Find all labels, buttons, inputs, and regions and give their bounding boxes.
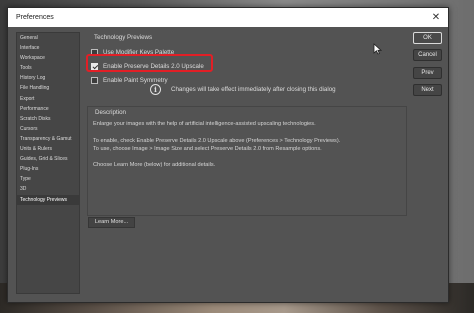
sidebar-item-guides-grid-slices[interactable]: Guides, Grid & Slices	[17, 154, 79, 164]
info-text: Changes will take effect immediately aft…	[171, 86, 336, 93]
checkbox-paint-symmetry[interactable]	[91, 76, 98, 84]
preferences-sidebar: General Interface Workspace Tools Histor…	[16, 32, 80, 294]
info-circle-icon: i	[150, 84, 161, 95]
option-label: Enable Paint Symmetry	[103, 76, 168, 84]
sidebar-item-3d[interactable]: 3D	[17, 184, 79, 194]
cancel-button[interactable]: Cancel	[413, 49, 442, 61]
sidebar-item-general[interactable]: General	[17, 33, 79, 43]
next-button[interactable]: Next	[413, 84, 442, 96]
ok-button[interactable]: OK	[413, 32, 442, 44]
description-label: Description	[95, 109, 126, 116]
description-line: Choose Learn More (below) for additional…	[93, 162, 216, 168]
group-label: Technology Previews	[94, 34, 153, 41]
description-line: Enlarge your images with the help of art…	[93, 121, 316, 127]
sidebar-item-tools[interactable]: Tools	[17, 63, 79, 73]
red-highlight-box	[86, 54, 213, 72]
sidebar-item-export[interactable]: Export	[17, 94, 79, 104]
sidebar-item-technology-previews[interactable]: Technology Previews	[17, 194, 79, 205]
sidebar-item-history-log[interactable]: History Log	[17, 73, 79, 83]
preferences-dialog: Preferences ✕ General Interface Workspac…	[7, 7, 449, 303]
sidebar-item-file-handling[interactable]: File Handling	[17, 83, 79, 93]
sidebar-item-performance[interactable]: Performance	[17, 104, 79, 114]
sidebar-item-transparency-gamut[interactable]: Transparency & Gamut	[17, 134, 79, 144]
sidebar-item-scratch-disks[interactable]: Scratch Disks	[17, 114, 79, 124]
title-bar: Preferences ✕	[8, 8, 448, 27]
sidebar-item-workspace[interactable]: Workspace	[17, 53, 79, 63]
description-box: Description Enlarge your images with the…	[87, 106, 407, 216]
sidebar-item-plug-ins[interactable]: Plug-Ins	[17, 164, 79, 174]
mouse-pointer-icon	[373, 43, 382, 55]
close-icon[interactable]: ✕	[430, 8, 442, 27]
sidebar-item-units-rulers[interactable]: Units & Rulers	[17, 144, 79, 154]
prev-button[interactable]: Prev	[413, 67, 442, 79]
sidebar-item-type[interactable]: Type	[17, 174, 79, 184]
learn-more-button[interactable]: Learn More...	[88, 217, 135, 228]
sidebar-item-interface[interactable]: Interface	[17, 43, 79, 53]
description-line: To enable, check Enable Preserve Details…	[93, 138, 341, 144]
sidebar-item-cursors[interactable]: Cursors	[17, 124, 79, 134]
window-title: Preferences	[16, 14, 54, 21]
description-line: To use, choose Image > Image Size and se…	[93, 146, 322, 152]
